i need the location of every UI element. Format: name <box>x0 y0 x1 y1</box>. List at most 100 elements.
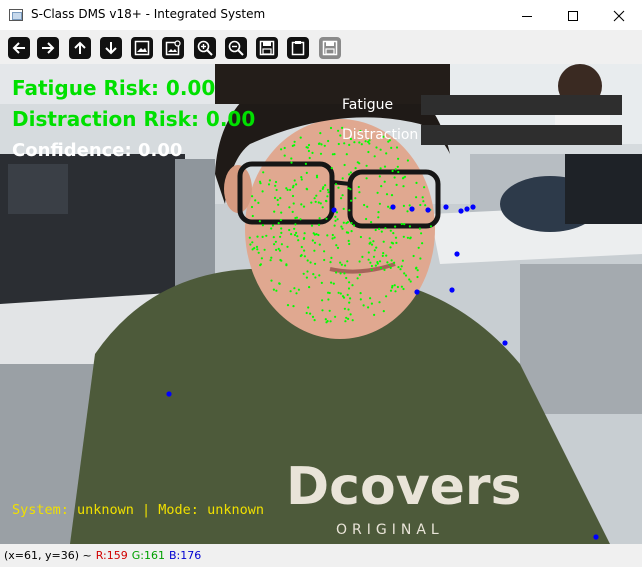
face-landmark-point <box>275 248 278 251</box>
face-landmark-point <box>311 239 314 242</box>
face-landmark-point <box>290 233 293 236</box>
video-frame[interactable]: Dcovers ORIGINAL Fatigue Risk: 0.00 Dist… <box>0 64 642 544</box>
face-landmark-point <box>318 274 321 277</box>
face-landmark-point <box>404 274 408 277</box>
face-landmark-point <box>401 259 404 262</box>
image-button[interactable] <box>130 36 154 60</box>
face-landmark-point <box>372 255 376 258</box>
face-landmark-point <box>347 231 350 234</box>
clipboard-button[interactable] <box>286 36 310 60</box>
face-landmark-point <box>390 241 393 244</box>
face-landmark-point <box>345 316 348 319</box>
face-landmark-point <box>418 227 421 230</box>
face-landmark-point <box>388 263 391 266</box>
face-landmark-point <box>400 285 403 288</box>
face-landmark-point <box>313 241 317 244</box>
face-landmark-point <box>370 268 373 271</box>
face-landmark-point <box>274 240 277 243</box>
face-landmark-point <box>422 200 425 203</box>
face-landmark-point <box>318 217 321 220</box>
face-landmark-point <box>314 276 317 279</box>
face-landmark-point <box>367 251 370 254</box>
face-landmark-point <box>310 224 314 227</box>
face-landmark-point <box>258 180 262 183</box>
face-landmark-point <box>349 171 352 174</box>
face-landmark-point <box>335 211 338 214</box>
face-landmark-point <box>253 247 256 250</box>
face-landmark-point <box>326 195 329 198</box>
face-landmark-point <box>373 313 376 316</box>
face-landmark-point <box>389 229 392 232</box>
face-landmark-point <box>325 321 328 324</box>
face-landmark-point <box>262 171 265 174</box>
close-button[interactable] <box>596 0 642 31</box>
face-landmark-point <box>390 146 393 149</box>
face-landmark-point <box>261 224 264 227</box>
maximize-button[interactable] <box>550 0 596 31</box>
face-landmark-point <box>324 318 327 321</box>
face-landmark-point <box>334 183 338 186</box>
save-button[interactable] <box>255 36 279 60</box>
face-landmark-point <box>347 287 351 290</box>
face-landmark-point <box>270 256 273 259</box>
pan-right-button[interactable] <box>36 36 60 60</box>
face-landmark-point <box>283 154 286 157</box>
save-as-button[interactable] <box>318 36 342 60</box>
face-landmark-point <box>327 298 330 301</box>
face-landmark-point <box>358 191 361 194</box>
face-landmark-point <box>269 259 272 262</box>
distraction-bar <box>421 125 622 145</box>
minimize-button[interactable] <box>504 0 550 31</box>
face-landmark-point <box>383 180 386 183</box>
face-landmark-point <box>328 309 331 312</box>
image-settings-button[interactable] <box>161 36 185 60</box>
face-landmark-point <box>370 302 373 305</box>
face-landmark-point <box>292 202 295 205</box>
face-landmark-point <box>393 176 396 179</box>
face-landmark-point <box>310 201 313 204</box>
zoom-out-button[interactable] <box>224 36 248 60</box>
face-landmark-point <box>303 255 306 258</box>
face-landmark-point <box>419 257 422 260</box>
pan-down-button[interactable] <box>99 36 123 60</box>
face-landmark-point <box>397 266 400 269</box>
face-landmark-point <box>416 275 419 279</box>
fatigue-risk-text: Fatigue Risk: 0.00 <box>12 76 216 100</box>
face-landmark-point <box>366 205 369 208</box>
face-landmark-point <box>375 146 378 149</box>
zoom-in-button[interactable] <box>193 36 217 60</box>
pan-up-button[interactable] <box>68 36 92 60</box>
face-landmark-point <box>275 289 278 292</box>
face-landmark-point <box>315 174 319 177</box>
face-landmark-point <box>273 196 277 199</box>
face-landmark-point <box>293 287 296 290</box>
face-landmark-point <box>349 188 352 191</box>
face-landmark-point <box>389 266 392 269</box>
face-landmark-point <box>350 199 353 202</box>
face-landmark-point <box>367 306 370 309</box>
pan-left-button[interactable] <box>7 36 31 60</box>
face-landmark-point <box>359 292 362 295</box>
face-landmark-point <box>296 235 299 238</box>
face-landmark-point <box>352 224 356 227</box>
face-landmark-point <box>377 216 380 219</box>
face-landmark-point <box>333 224 336 227</box>
face-landmark-point <box>341 194 344 197</box>
face-landmark-point <box>382 252 385 255</box>
face-landmark-point <box>348 281 351 284</box>
face-landmark-point <box>378 260 382 263</box>
face-landmark-point <box>402 204 405 207</box>
face-landmark-point <box>325 217 328 220</box>
face-landmark-point <box>376 191 379 194</box>
pose-keypoint <box>470 204 476 210</box>
face-landmark-point <box>370 264 373 268</box>
face-landmark-point <box>306 270 309 273</box>
face-landmark-point <box>389 289 393 292</box>
pose-keypoint <box>454 251 460 257</box>
window-title: S-Class DMS v18+ - Integrated System <box>31 7 266 21</box>
face-landmark-point <box>329 126 333 130</box>
face-landmark-point <box>305 171 308 174</box>
arrow-right-icon <box>37 37 59 59</box>
face-landmark-point <box>347 308 350 311</box>
face-landmark-point <box>331 237 334 240</box>
